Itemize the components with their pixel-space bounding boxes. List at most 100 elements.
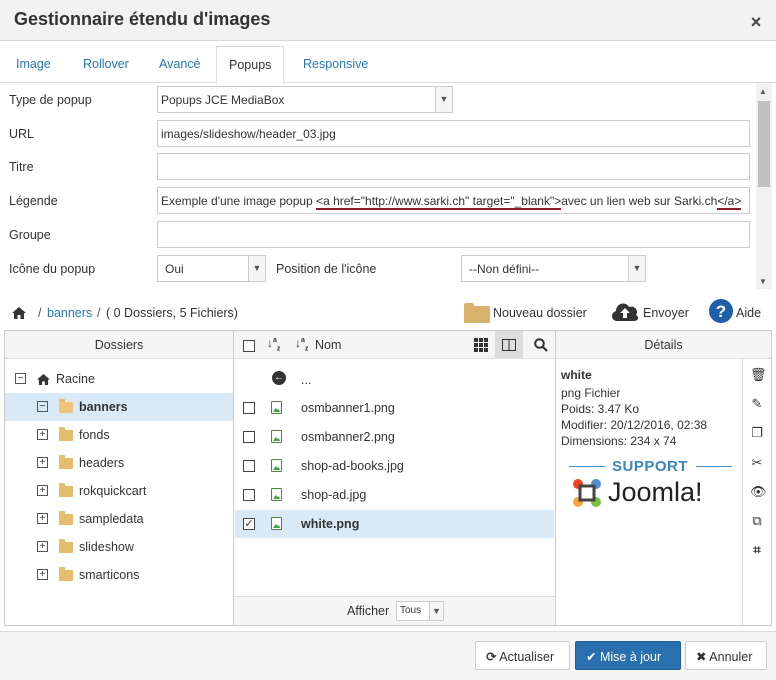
- group-label: Groupe: [9, 228, 51, 242]
- file-checkbox[interactable]: [243, 489, 255, 501]
- tree-row-smarticons[interactable]: + smarticons: [5, 561, 233, 589]
- tab-popups[interactable]: Popups: [216, 46, 285, 84]
- parent-dir-row[interactable]: ← ...: [235, 366, 554, 394]
- close-icon[interactable]: ×: [747, 12, 765, 33]
- cancel-button[interactable]: ✖ Annuler: [685, 641, 767, 670]
- collapse-icon[interactable]: −: [15, 373, 26, 384]
- caption-label: Légende: [9, 194, 58, 208]
- preview-icon[interactable]: 👁: [750, 485, 767, 499]
- file-row[interactable]: osmbanner1.png: [235, 394, 554, 422]
- expand-icon[interactable]: +: [37, 541, 48, 552]
- file-name: osmbanner2.png: [301, 430, 395, 444]
- sort-name-icon[interactable]: ↓az: [295, 336, 308, 352]
- refresh-label: Actualiser: [499, 650, 555, 664]
- show-filter-select[interactable]: Tous ▼: [396, 601, 444, 621]
- expand-icon[interactable]: +: [37, 429, 48, 440]
- file-row-selected[interactable]: ✓ white.png: [235, 510, 554, 538]
- check-icon: ✔: [586, 650, 597, 664]
- duplicate-icon[interactable]: ⧉: [750, 514, 764, 528]
- grid-view-icon[interactable]: [474, 338, 488, 352]
- url-field[interactable]: images/slideshow/header_03.jpg: [157, 120, 750, 147]
- file-row[interactable]: shop-ad.jpg: [235, 481, 554, 509]
- help-icon[interactable]: ?: [709, 299, 733, 323]
- form-scrollbar-thumb[interactable]: [758, 101, 770, 187]
- title-label: Titre: [9, 160, 34, 174]
- title-field[interactable]: [157, 153, 750, 180]
- popup-icon-select[interactable]: Oui ▼: [157, 255, 266, 282]
- tab-responsive[interactable]: Responsive: [303, 57, 368, 71]
- image-file-icon: [271, 517, 282, 530]
- tab-image[interactable]: Image: [16, 57, 51, 71]
- popup-icon-value: Oui: [165, 262, 184, 276]
- scroll-up-icon[interactable]: ▲: [759, 87, 767, 96]
- tree-folder-label: fonds: [79, 428, 110, 442]
- folder-icon: [59, 511, 73, 525]
- file-checkbox-checked[interactable]: ✓: [243, 518, 255, 530]
- tree-folder-label: sampledata: [79, 512, 144, 526]
- caption-link-open: <a href="http://www.sarki.ch" target="_b…: [316, 194, 562, 210]
- icon-position-select[interactable]: --Non défini-- ▼: [461, 255, 646, 282]
- file-checkbox[interactable]: [243, 402, 255, 414]
- svg-text:?: ?: [716, 302, 726, 321]
- breadcrumb-folder[interactable]: banners: [47, 306, 92, 320]
- file-checkbox[interactable]: [243, 460, 255, 472]
- caption-field[interactable]: Exemple d'une image popup <a href="http:…: [157, 187, 750, 214]
- crop-icon[interactable]: ⌗: [750, 543, 764, 557]
- tree-row-headers[interactable]: + headers: [5, 449, 233, 477]
- home-icon[interactable]: [12, 307, 26, 319]
- detail-size: Poids: 3.47 Ko: [561, 402, 640, 416]
- file-row[interactable]: osmbanner2.png: [235, 423, 554, 451]
- tab-advanced[interactable]: Avancé: [159, 57, 200, 71]
- delete-icon[interactable]: 🗑: [750, 368, 767, 382]
- cut-icon[interactable]: ✂: [750, 456, 764, 470]
- upload-cloud-icon[interactable]: [610, 299, 640, 323]
- url-label: URL: [9, 127, 35, 141]
- collapse-icon[interactable]: −: [37, 401, 48, 412]
- cancel-label: Annuler: [709, 650, 753, 664]
- tab-rollover[interactable]: Rollover: [83, 57, 129, 71]
- tree-row-rokquickcart[interactable]: + rokquickcart: [5, 477, 233, 505]
- columns-icon: [502, 339, 516, 351]
- detail-type: png Fichier: [561, 386, 621, 400]
- detail-name: white: [561, 368, 592, 382]
- tree-folder-label: banners: [79, 400, 128, 414]
- folder-icon[interactable]: [464, 303, 490, 323]
- copy-icon[interactable]: ❐: [750, 426, 764, 440]
- tree-row-root[interactable]: − Racine: [5, 365, 233, 393]
- icon-position-label: Position de l'icône: [276, 262, 377, 276]
- group-field[interactable]: [157, 221, 750, 248]
- icon-position-value: --Non défini--: [469, 262, 540, 276]
- popup-type-select[interactable]: Popups JCE MediaBox ▼: [157, 86, 453, 113]
- expand-icon[interactable]: +: [37, 569, 48, 580]
- tree-row-banners[interactable]: − banners: [5, 393, 233, 421]
- upload-button[interactable]: Envoyer: [643, 306, 689, 320]
- scroll-down-icon[interactable]: ▼: [759, 277, 767, 286]
- name-column-header[interactable]: Nom: [315, 338, 341, 352]
- refresh-button[interactable]: ⟳ Actualiser: [475, 641, 570, 670]
- folders-header: Dossiers: [5, 331, 233, 359]
- sort-ext-icon[interactable]: ↓az: [267, 336, 280, 352]
- caption-link-text: avec un lien web sur Sarki.ch: [561, 194, 718, 208]
- update-button[interactable]: ✔ Mise à jour: [575, 641, 681, 670]
- expand-icon[interactable]: +: [37, 485, 48, 496]
- tree-folder-label: slideshow: [79, 540, 134, 554]
- tree-folder-label: rokquickcart: [79, 484, 147, 498]
- select-all-checkbox[interactable]: [243, 340, 255, 352]
- detail-dimensions: Dimensions: 234 x 74: [561, 434, 677, 448]
- tree-row-fonds[interactable]: + fonds: [5, 421, 233, 449]
- expand-icon[interactable]: +: [37, 513, 48, 524]
- search-icon[interactable]: [534, 338, 548, 352]
- folder-icon: [59, 455, 73, 469]
- expand-icon[interactable]: +: [37, 457, 48, 468]
- edit-icon[interactable]: ✎: [750, 397, 764, 411]
- folder-icon: [59, 427, 73, 441]
- chevron-down-icon: ▼: [248, 256, 265, 281]
- image-preview: SUPPORT Joomla!: [567, 455, 735, 515]
- file-row[interactable]: shop-ad-books.jpg: [235, 452, 554, 480]
- tree-row-slideshow[interactable]: + slideshow: [5, 533, 233, 561]
- details-view-toggle[interactable]: [495, 331, 523, 359]
- help-button[interactable]: Aide: [736, 306, 761, 320]
- tree-row-sampledata[interactable]: + sampledata: [5, 505, 233, 533]
- new-folder-button[interactable]: Nouveau dossier: [493, 306, 587, 320]
- file-checkbox[interactable]: [243, 431, 255, 443]
